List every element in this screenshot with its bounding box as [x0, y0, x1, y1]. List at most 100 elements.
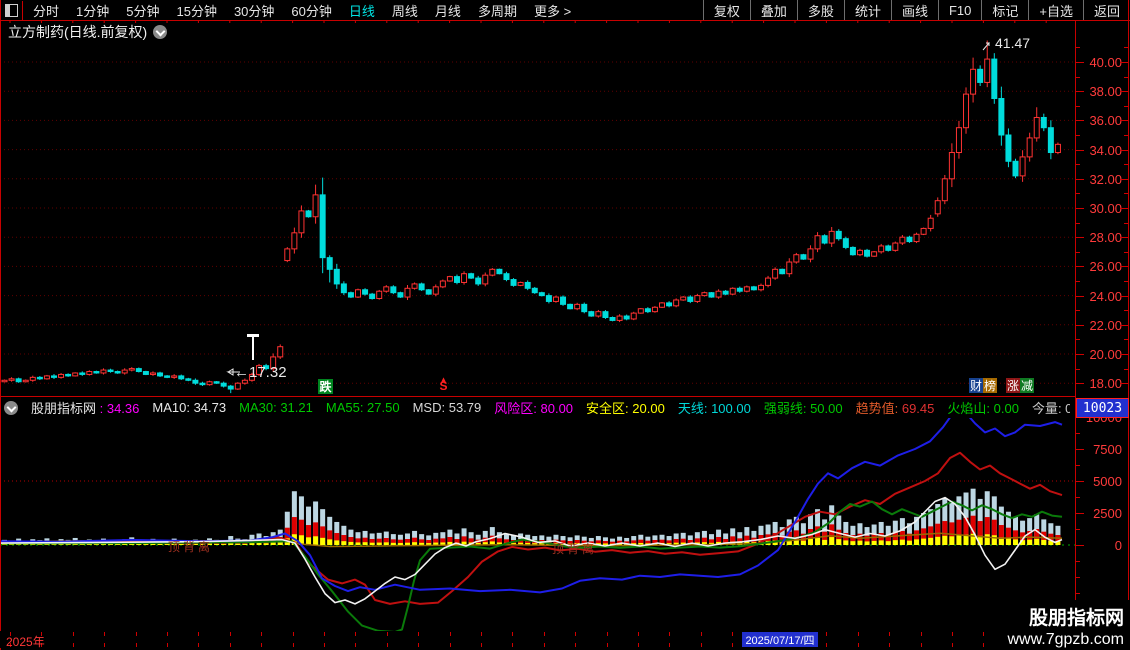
date-axis[interactable]: 45678 — [0, 631, 1130, 648]
text-cursor-mark — [247, 334, 259, 360]
period-tab[interactable]: 更多 > — [534, 1, 571, 20]
period-tab[interactable]: 月线 — [435, 1, 461, 20]
date-tick — [355, 643, 357, 647]
indicator-value: 安全区: 20.00 — [586, 401, 665, 416]
price-tick — [1076, 105, 1080, 107]
date-tick — [481, 643, 482, 647]
date-tick — [418, 632, 420, 636]
date-tick — [857, 643, 859, 647]
date-tick — [386, 632, 388, 636]
low-price-annotation: ← 17.32 — [234, 364, 287, 381]
price-tick — [1124, 135, 1128, 136]
price-tick — [1124, 281, 1128, 282]
divergence-label-1: 顶背离 — [168, 540, 214, 554]
price-tick — [1120, 120, 1128, 122]
toolbar-menu: 复权 叠加 多股 统计 画线 F10 标记 +自选 返回 — [702, 0, 1130, 20]
price-tick — [1076, 281, 1080, 282]
price-tick — [1120, 237, 1128, 239]
date-tick — [104, 632, 106, 636]
volume-tick-label: 0 — [1114, 538, 1122, 553]
price-tick — [1120, 208, 1128, 209]
period-tab[interactable]: 分时 — [33, 1, 59, 20]
price-tick — [1120, 383, 1128, 385]
corner-button-char: 涨 — [1006, 378, 1020, 393]
volume-tick-label: 5000 — [1093, 474, 1122, 489]
toolbar-button[interactable]: 多股 — [796, 0, 844, 20]
top-menu-bar: 分时 1分钟 5分钟 15分钟 30分钟 60分钟 日线 周线 月线 多周期 更多 > 复权 叠加 多股… — [0, 0, 1130, 21]
price-tick — [1120, 354, 1128, 355]
corner-button[interactable]: 财榜 — [969, 378, 997, 393]
price-tick — [1124, 251, 1128, 253]
date-tick — [418, 643, 420, 647]
price-tick — [1076, 47, 1080, 49]
date-tick — [669, 643, 671, 647]
date-tick — [543, 632, 545, 636]
toolbar-button[interactable]: 统计 — [843, 0, 891, 20]
toolbar-button[interactable]: 返回 — [1082, 0, 1130, 20]
price-tick — [1124, 310, 1128, 312]
period-tab[interactable]: 多周期 — [478, 1, 517, 20]
period-tab[interactable]: 60分钟 — [291, 1, 331, 20]
date-tick — [292, 643, 294, 647]
corner-button[interactable]: 涨减 — [1006, 378, 1034, 393]
volume-tick — [1076, 529, 1080, 530]
date-tick — [167, 632, 168, 636]
indicator-value: 强弱线: 50.00 — [763, 401, 843, 416]
volume-tick — [1076, 577, 1080, 578]
volume-tick — [1076, 449, 1080, 450]
date-tick — [449, 643, 451, 647]
price-tick — [1076, 149, 1084, 151]
price-tick-label: 24.00 — [1089, 288, 1122, 304]
toolbar-button[interactable]: 画线 — [890, 0, 938, 20]
indicator-value: MSD: 53.79 — [412, 400, 482, 415]
date-tick — [198, 632, 200, 636]
toolbar-button[interactable]: F10 — [937, 0, 981, 20]
period-tab[interactable]: 周线 — [392, 1, 418, 20]
price-tick — [1124, 164, 1128, 166]
volume-tick — [1076, 481, 1080, 482]
toolbar-button[interactable]: 复权 — [702, 0, 750, 20]
price-tick — [1076, 251, 1080, 253]
period-tab[interactable]: 15分钟 — [176, 1, 216, 20]
price-tick — [1124, 339, 1128, 341]
date-tick — [606, 643, 608, 647]
date-tick — [920, 643, 922, 647]
toolbar-button[interactable]: 叠加 — [749, 0, 797, 20]
price-tick-label: 32.00 — [1089, 171, 1122, 187]
date-tick — [449, 632, 451, 636]
corner-button-char: 减 — [1020, 378, 1034, 393]
date-tick — [229, 643, 231, 647]
price-tick — [1076, 368, 1080, 370]
panel-toggle-button[interactable] — [0, 0, 23, 20]
date-tick — [575, 643, 577, 647]
candlestick-chart[interactable] — [0, 20, 1075, 397]
price-tick — [1076, 62, 1084, 63]
indicator-status-bar[interactable]: 股朋指标网 : 34.36 MA10: 34.73 MA30: 31.21 MA55:… — [4, 398, 1070, 417]
date-tick — [229, 632, 231, 636]
period-tab[interactable]: 5分钟 — [126, 1, 159, 20]
toolbar-button[interactable]: +自选 — [1028, 0, 1083, 20]
high-price-annotation: 41.47 — [995, 35, 1031, 51]
axis-line — [1075, 20, 1076, 648]
indicator-chart[interactable] — [0, 418, 1075, 631]
date-tick — [386, 643, 388, 647]
divider — [0, 20, 1130, 21]
date-tick — [700, 643, 702, 647]
date-tick — [889, 643, 891, 647]
price-tick — [1124, 222, 1128, 224]
divergence-label-2: 顶背离 — [552, 542, 598, 556]
period-tab[interactable]: 30分钟 — [234, 1, 274, 20]
period-tab[interactable]: 日线 — [349, 1, 375, 20]
price-tick — [1124, 76, 1128, 78]
toolbar-button[interactable]: 标记 — [981, 0, 1028, 20]
date-tick — [72, 643, 74, 647]
chevron-down-icon[interactable] — [4, 400, 18, 415]
date-tick — [826, 632, 828, 636]
value-badge: 10023 — [1076, 398, 1129, 418]
date-tick — [512, 632, 514, 636]
period-tab[interactable]: 1分钟 — [76, 1, 109, 20]
date-tick — [261, 632, 263, 636]
price-tick-label: 20.00 — [1089, 347, 1122, 362]
date-tick — [669, 632, 671, 636]
price-tick — [1120, 178, 1128, 180]
